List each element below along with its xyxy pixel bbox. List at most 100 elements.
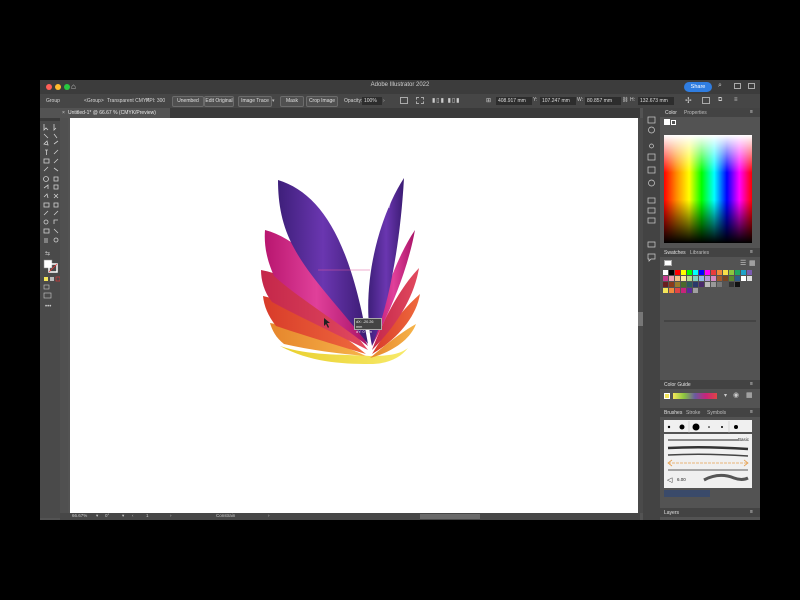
color-spectrum[interactable] — [664, 135, 752, 243]
symbols-tab[interactable]: Symbols — [707, 410, 726, 416]
x-position-field[interactable]: 408.917 mm — [496, 97, 532, 105]
properties-tab[interactable]: Properties — [684, 110, 707, 116]
harmony-strip[interactable] — [673, 393, 717, 399]
isolate-group-icon[interactable] — [702, 97, 710, 104]
rotation-chevron-icon[interactable]: ▾ — [122, 513, 124, 519]
opacity-field[interactable]: 100% — [362, 97, 382, 105]
perspective-grid-icon — [53, 193, 59, 199]
opacity-label: Opacity: — [344, 98, 363, 104]
color-guide-tab[interactable]: Color Guide — [664, 382, 691, 388]
unembed-button[interactable]: Unembed — [172, 96, 204, 107]
brushes-menu-icon[interactable]: ≡ — [750, 409, 753, 415]
share-button[interactable]: Share — [684, 82, 712, 92]
artboard-canvas[interactable]: dX: -20.26 mm dY: 0 mm — [70, 118, 638, 513]
swap-colors-icon: ⇆ — [45, 250, 50, 257]
tools-panel-header — [40, 118, 62, 121]
magic-wand-icon — [43, 133, 49, 139]
height-field[interactable]: 132.673 mm — [638, 97, 674, 105]
w-label: W: — [577, 97, 584, 103]
base-color-swatch[interactable] — [664, 393, 670, 399]
control-menu-icon[interactable]: ≡ — [734, 97, 738, 103]
unembed-label: Unembed — [177, 98, 199, 104]
edit-colors-icon[interactable]: ◉ — [733, 391, 739, 399]
transform-panel-icon — [647, 217, 656, 224]
document-tab-label: Untitled-1* @ 66.67 % (CMYK/Preview) — [68, 110, 156, 116]
symbol-sprayer-icon — [43, 219, 49, 225]
document-tab-bar: × Untitled-1* @ 66.67 % (CMYK/Preview) — [60, 108, 640, 118]
lotus-artwork[interactable] — [70, 118, 638, 513]
mask-button[interactable]: Mask — [280, 96, 304, 107]
zoom-chevron-icon[interactable]: ▾ — [96, 513, 98, 519]
chevron-down-icon[interactable]: ▾ — [272, 98, 275, 104]
save-group-icon[interactable]: ▦ — [746, 391, 753, 399]
brush-tip-row[interactable] — [664, 420, 752, 433]
recolor-icon[interactable] — [400, 97, 408, 104]
mask-label: Mask — [286, 98, 298, 104]
swatch-fill-indicator[interactable] — [664, 260, 672, 266]
vertical-scrollbar-track[interactable] — [60, 118, 68, 513]
transform-icon[interactable]: ✢ — [685, 96, 692, 105]
blend-tool-icon — [53, 210, 59, 216]
brushes-tab[interactable]: Brushes — [664, 410, 682, 416]
search-icon[interactable]: ⌕ — [718, 82, 722, 90]
crop-image-button[interactable]: Crop Image — [306, 96, 338, 107]
right-panels: Color Properties ≡ Swatches Libraries ≡ … — [660, 108, 760, 520]
grid-view-icon[interactable]: ▦ — [749, 259, 756, 267]
align-icons[interactable]: ▮▯▮ ▮▯▮ — [432, 97, 460, 104]
rotation-value[interactable]: 0° — [105, 513, 109, 518]
group-label: <Group> — [84, 98, 104, 104]
status-arrow-icon[interactable]: › — [268, 513, 270, 518]
image-trace-button[interactable]: Image Trace — [238, 96, 272, 107]
curvature-tool-icon — [53, 140, 59, 145]
y-position-field[interactable]: 107.247 mm — [540, 97, 576, 105]
rotate-tool-icon — [43, 176, 49, 182]
color-tab[interactable]: Color — [665, 110, 677, 116]
stroke-color-swatch[interactable] — [671, 120, 676, 125]
panel-menu-icon[interactable]: ≡ — [750, 109, 753, 115]
tooltip-dy: dY: 0 mm — [356, 330, 373, 334]
graphic-styles-icon — [647, 153, 656, 161]
libraries-tab[interactable]: Libraries — [690, 250, 709, 256]
swatch-grid[interactable] — [663, 270, 759, 310]
arrange-documents-icon[interactable] — [734, 83, 741, 89]
layers-menu-icon[interactable]: ≡ — [750, 509, 753, 515]
tools-panel: ⇆ ••• — [40, 118, 62, 518]
opacity-chevron-icon[interactable]: › — [383, 98, 385, 104]
document-tab[interactable]: × Untitled-1* @ 66.67 % (CMYK/Preview) — [60, 108, 170, 118]
edit-original-button[interactable]: Edit Original — [204, 96, 234, 107]
layers-tab[interactable]: Layers — [664, 510, 679, 516]
gradient-panel-icon — [648, 179, 655, 187]
zoom-level[interactable]: 66.67% — [72, 513, 87, 518]
next-artboard-icon[interactable]: › — [170, 513, 172, 518]
horizontal-scrollbar-thumb[interactable] — [420, 514, 480, 519]
brush-libraries-strip[interactable] — [664, 490, 710, 497]
title-bar: ⌂ Adobe Illustrator 2022 Share ⌕ — [40, 80, 760, 94]
lasso-icon — [53, 133, 58, 139]
graph-tool-icon — [53, 219, 58, 224]
swatches-tab[interactable]: Swatches — [664, 250, 686, 256]
stroke-tab[interactable]: Stroke — [686, 410, 700, 416]
prev-artboard-icon[interactable]: ‹ — [132, 513, 134, 518]
list-view-icon[interactable]: ☰ — [740, 259, 746, 267]
brush-list[interactable]: Basic ◁ 6.00 — [664, 434, 752, 488]
select-similar-icon[interactable]: ⧉ — [718, 97, 722, 104]
artboard-number[interactable]: 1 — [146, 513, 149, 518]
crop-image-label: Crop Image — [308, 98, 336, 104]
transparency-label: Transparent CMYK — [107, 98, 150, 104]
move-tooltip: dX: -20.26 mm dY: 0 mm — [354, 318, 382, 334]
color-guide-menu-icon[interactable]: ≡ — [750, 381, 753, 387]
swatches-menu-icon[interactable]: ≡ — [750, 249, 753, 255]
screen-mode-icon — [43, 292, 52, 299]
fill-color-swatch[interactable] — [664, 119, 670, 125]
width-tool-icon — [43, 184, 49, 189]
width-field[interactable]: 80.857 mm — [585, 97, 621, 105]
close-tab-icon[interactable]: × — [62, 108, 65, 118]
workspace-icon[interactable] — [748, 83, 755, 89]
color-panel-icon — [647, 116, 656, 124]
harmony-dropdown-icon[interactable]: ▾ — [724, 392, 727, 399]
reference-point-icon[interactable] — [416, 97, 424, 104]
line-tool-icon — [53, 149, 59, 155]
control-bar: Group <Group> Transparent CMYK PPI: 300 … — [40, 94, 760, 108]
edit-original-label: Edit Original — [205, 98, 233, 104]
constrain-link-icon[interactable]: ⛓ — [622, 97, 628, 103]
